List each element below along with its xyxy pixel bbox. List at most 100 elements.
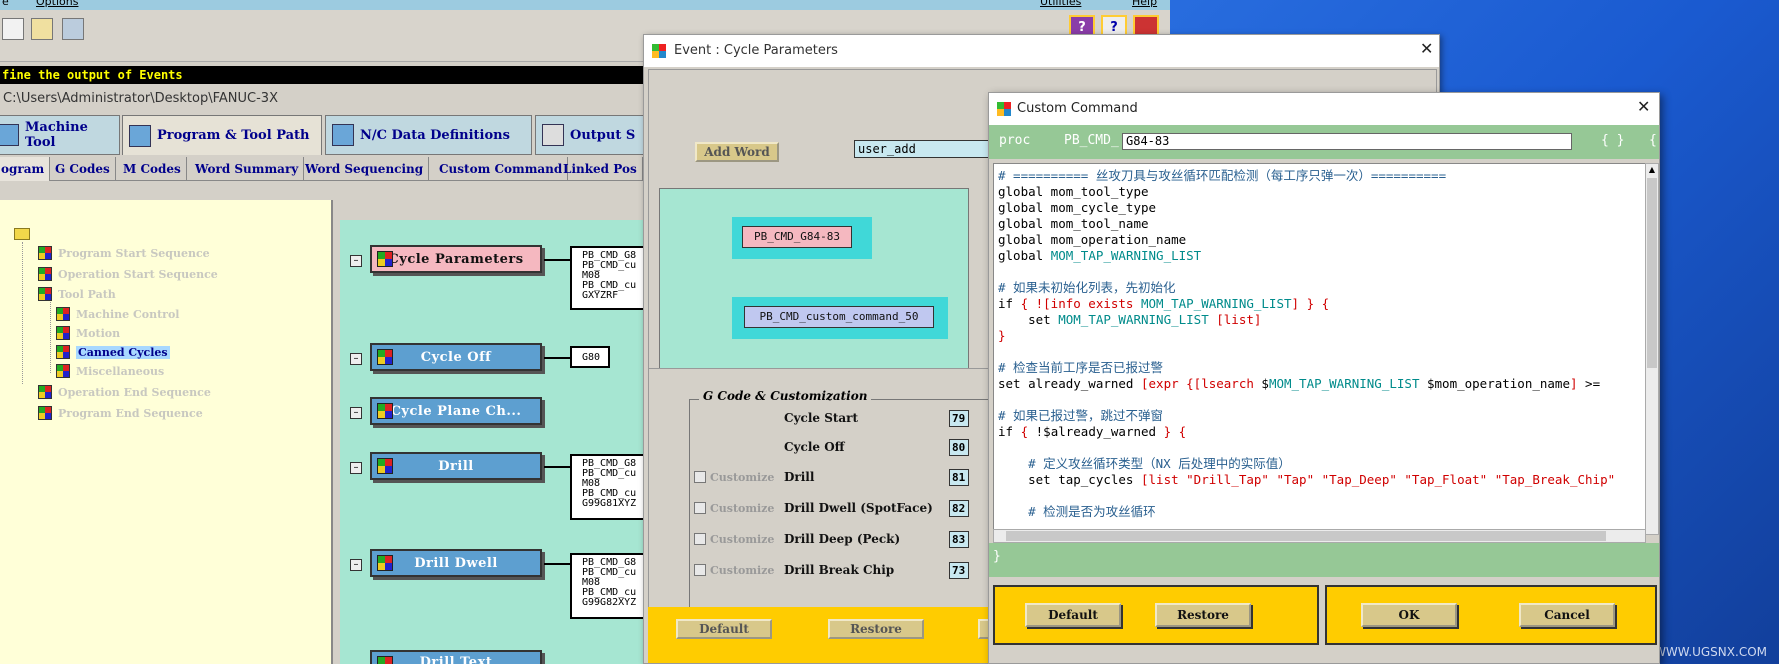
menu-utilities[interactable]: Utilities: [1040, 0, 1081, 8]
add-word-button[interactable]: Add Word: [695, 142, 779, 162]
new-file-icon[interactable]: [2, 18, 24, 40]
event-icon: [38, 406, 52, 420]
subtab-m-codes[interactable]: M Codes: [118, 157, 187, 181]
tree-item[interactable]: Tool Path: [38, 286, 116, 302]
tool-path-icon: [129, 124, 151, 147]
code-line: if { !$already_warned } {: [998, 424, 1187, 439]
ok-button[interactable]: OK: [1361, 603, 1457, 627]
customize-checkbox[interactable]: [694, 502, 706, 514]
code-line: # 如果已报过警，跳过不弹窗: [998, 408, 1164, 423]
event-icon: [38, 385, 52, 399]
gcode-value[interactable]: 79: [949, 409, 969, 427]
event-block[interactable]: G80: [570, 346, 610, 368]
event-icon: [38, 267, 52, 281]
subtab-custom-command[interactable]: Custom Command: [434, 157, 569, 181]
code-line: # 检查当前工序是否已报过警: [998, 360, 1164, 375]
nc-data-icon: [332, 124, 354, 146]
open-folder-icon[interactable]: [31, 18, 53, 40]
default-button[interactable]: Default: [676, 619, 772, 639]
event-icon: [377, 403, 393, 419]
custom-command-window: Custom Command ✕ proc PB_CMD_ G84-83 { }…: [988, 92, 1660, 664]
file-path: C:\Users\Administrator\Desktop\FANUC-3X: [0, 88, 660, 110]
closing-brace-bar: }: [989, 543, 1659, 577]
tree-item-selected[interactable]: Canned Cycles: [56, 344, 170, 360]
collapse-toggle[interactable]: –: [350, 353, 362, 365]
tab-label: Output S: [570, 127, 636, 143]
horizontal-scrollbar[interactable]: [993, 529, 1646, 543]
tree-item[interactable]: Machine Control: [56, 306, 180, 322]
event-drill-dwell[interactable]: Drill Dwell: [370, 549, 542, 577]
event-icon: [38, 287, 52, 301]
scroll-thumb[interactable]: [1647, 178, 1657, 368]
scroll-up-icon[interactable]: ▲: [1646, 164, 1658, 176]
code-line: global mom_operation_name: [998, 232, 1187, 247]
event-cycle-parameters[interactable]: Cycle Parameters: [370, 245, 542, 273]
collapse-toggle[interactable]: –: [350, 559, 362, 571]
cancel-button[interactable]: Cancel: [1519, 603, 1615, 627]
code-editor[interactable]: # ========== 丝攻刀具与攻丝循环匹配检测（每工序只弹一次）=====…: [993, 163, 1646, 535]
save-icon[interactable]: [62, 18, 84, 40]
word-field[interactable]: user_add: [854, 140, 994, 158]
subtab-word-sequencing[interactable]: Word Sequencing: [300, 157, 430, 181]
scroll-thumb[interactable]: [1006, 531, 1606, 541]
canvas-header: [340, 200, 660, 220]
gcode-value[interactable]: 81: [949, 468, 969, 486]
event-icon: [56, 364, 70, 378]
gcode-value[interactable]: 73: [949, 561, 969, 579]
collapse-toggle[interactable]: –: [350, 255, 362, 267]
event-icon: [377, 458, 393, 474]
vertical-scrollbar[interactable]: ▲: [1645, 163, 1659, 535]
subtab-g-codes[interactable]: G Codes: [50, 157, 116, 181]
tree-item[interactable]: Program End Sequence: [38, 405, 203, 421]
tab-label: Machine Tool: [25, 120, 88, 150]
event-cycle-off[interactable]: Cycle Off: [370, 343, 542, 371]
customize-checkbox[interactable]: [694, 533, 706, 545]
closing-brace: }: [993, 549, 1001, 564]
tab-label: Program & Tool Path: [157, 128, 310, 143]
gcode-row: Cycle Off 80: [694, 438, 969, 456]
menu-item[interactable]: e: [2, 0, 9, 8]
gcode-legend: G Code & Customization: [699, 389, 872, 403]
gcode-value[interactable]: 83: [949, 530, 969, 548]
code-line: set tap_cycles [list "Drill_Tap" "Tap" "…: [998, 472, 1616, 487]
proc-name-input[interactable]: G84-83: [1122, 133, 1572, 150]
tab-machine-tool[interactable]: Machine Tool: [0, 115, 120, 155]
code-line: # 检测是否为攻丝循环: [998, 504, 1156, 519]
gcode-value[interactable]: 80: [949, 438, 969, 456]
tree-item[interactable]: Operation Start Sequence: [38, 266, 218, 282]
code-line: if { ![info exists MOM_TAP_WARNING_LIST]…: [998, 296, 1330, 311]
menu-options[interactable]: Options: [36, 0, 78, 8]
tree-item[interactable]: Program Start Sequence: [38, 245, 210, 261]
event-icon: [56, 307, 70, 321]
default-button[interactable]: Default: [1025, 603, 1121, 627]
gcode-value[interactable]: 82: [949, 499, 969, 517]
close-icon[interactable]: ✕: [1637, 97, 1650, 116]
main-tabs: Machine Tool Program & Tool Path N/C Dat…: [0, 115, 665, 155]
collapse-toggle[interactable]: –: [350, 462, 362, 474]
tree-item[interactable]: Miscellaneous: [56, 363, 164, 379]
command-block[interactable]: PB_CMD_G84-83: [742, 226, 852, 248]
restore-button[interactable]: Restore: [828, 619, 924, 639]
tab-nc-data-definitions[interactable]: N/C Data Definitions: [325, 115, 532, 155]
event-cycle-plane-change[interactable]: Cycle Plane Ch...: [370, 397, 542, 425]
subtab-linked-posts[interactable]: Linked Pos: [558, 157, 643, 181]
command-block[interactable]: PB_CMD_custom_command_50: [744, 306, 934, 328]
tree-item[interactable]: Operation End Sequence: [38, 384, 211, 400]
event-icon: [56, 345, 70, 359]
subtab-program[interactable]: ogram: [0, 157, 51, 181]
customize-checkbox[interactable]: [694, 564, 706, 576]
event-drill[interactable]: Drill: [370, 452, 542, 480]
menu-help[interactable]: Help: [1132, 0, 1157, 8]
subtab-word-summary[interactable]: Word Summary: [190, 157, 305, 181]
restore-button[interactable]: Restore: [1155, 603, 1251, 627]
hint-bar: fine the output of Events: [0, 66, 660, 84]
tab-program-tool-path[interactable]: Program & Tool Path: [122, 115, 322, 155]
customize-checkbox[interactable]: [694, 471, 706, 483]
tree-item[interactable]: Motion: [56, 325, 120, 341]
brace-partial: {: [1649, 133, 1657, 148]
event-icon: [377, 656, 393, 664]
collapse-toggle[interactable]: –: [350, 407, 362, 419]
event-drill-text[interactable]: Drill Text: [370, 650, 542, 664]
close-icon[interactable]: ✕: [1420, 39, 1433, 58]
folder-icon: [14, 228, 30, 240]
